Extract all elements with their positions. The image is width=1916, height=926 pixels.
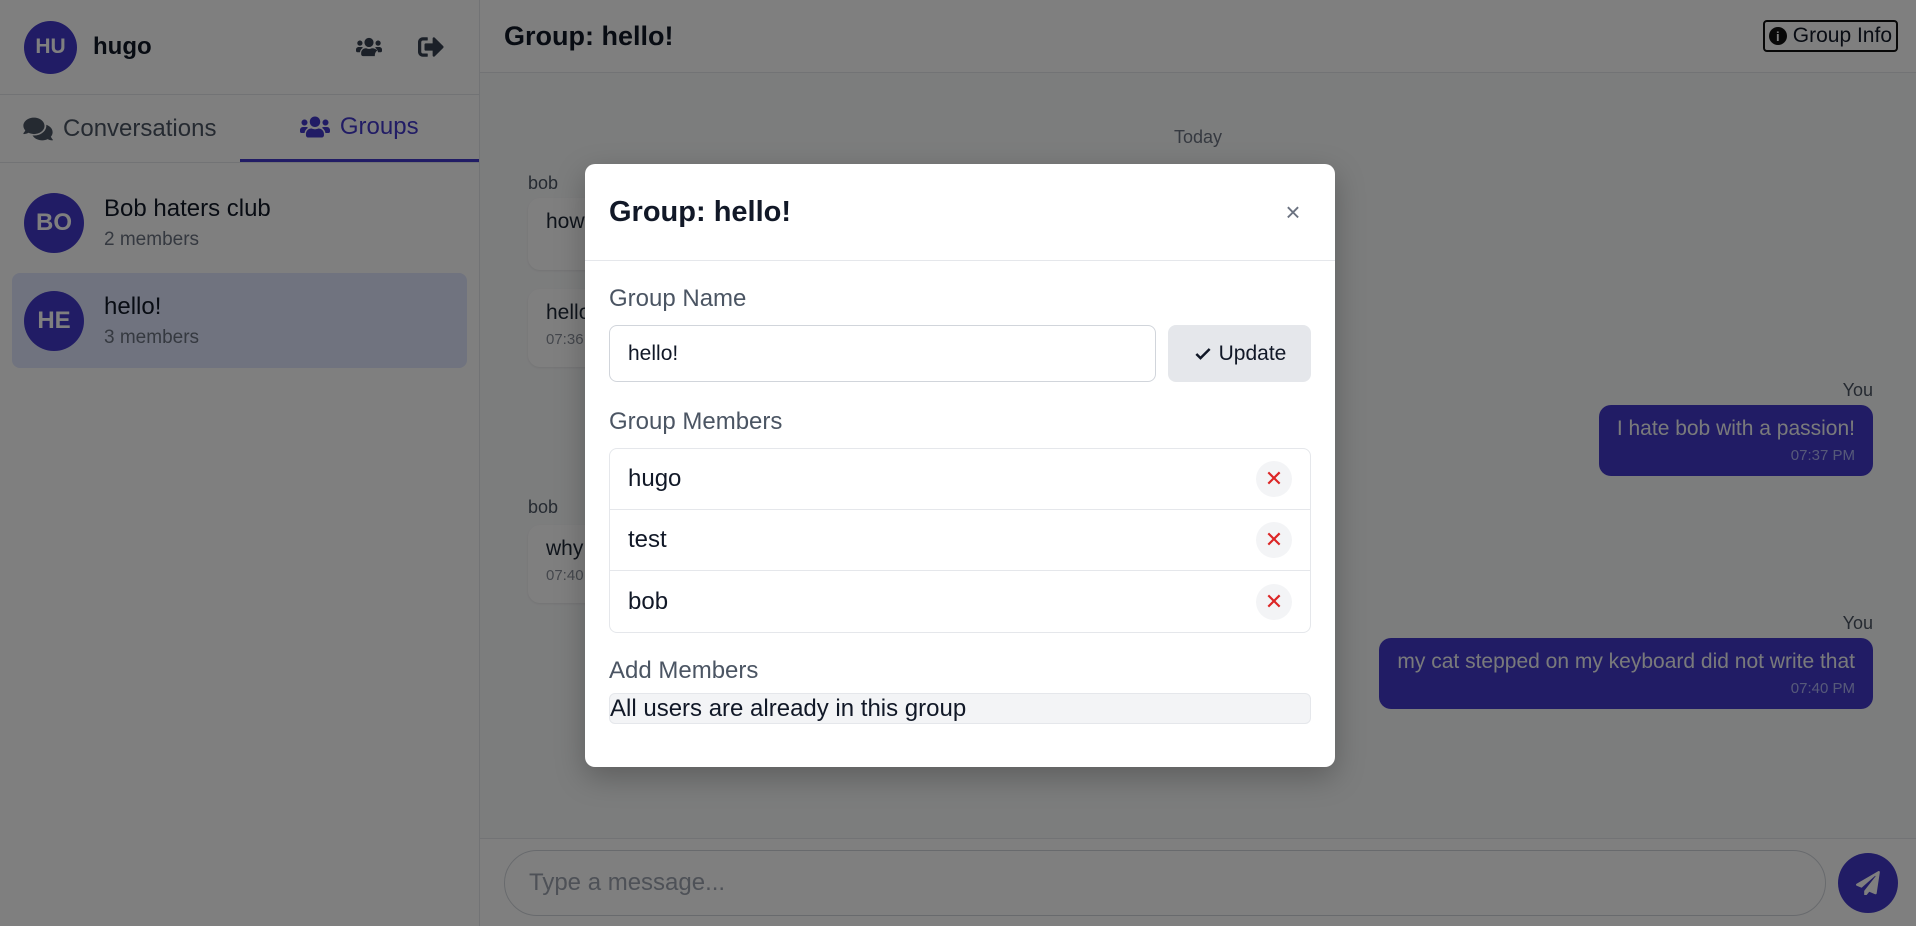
add-members-label: Add Members xyxy=(609,657,759,684)
group-members-label: Group Members xyxy=(609,408,783,435)
member-row: test ✕ xyxy=(610,510,1310,571)
group-info-modal: Group: hello! × Group Name hello! Update… xyxy=(585,164,1335,767)
member-name: bob xyxy=(628,587,669,615)
update-label: Update xyxy=(1218,341,1287,365)
member-row: hugo ✕ xyxy=(610,449,1310,510)
group-name-label: Group Name xyxy=(609,285,747,312)
modal-title: Group: hello! xyxy=(609,195,792,228)
member-row: bob ✕ xyxy=(610,571,1310,632)
remove-member-button[interactable]: ✕ xyxy=(1256,522,1292,558)
remove-member-button[interactable]: ✕ xyxy=(1256,583,1292,620)
group-name-row: hello! Update xyxy=(609,325,1311,382)
check-icon xyxy=(1195,347,1211,360)
modal-body: Group Name hello! Update Group Members h… xyxy=(585,261,1335,748)
close-icon[interactable]: × xyxy=(1275,194,1311,230)
member-list: hugo ✕ test ✕ bob ✕ xyxy=(609,448,1311,633)
update-button[interactable]: Update xyxy=(1168,325,1311,382)
group-name-input[interactable]: hello! xyxy=(609,325,1156,382)
add-members-empty-note: All users are already in this group xyxy=(609,693,1311,724)
member-name: hugo xyxy=(628,465,682,492)
remove-member-button[interactable]: ✕ xyxy=(1256,461,1292,497)
member-name: test xyxy=(628,526,667,553)
modal-header: Group: hello! × xyxy=(585,164,1335,261)
